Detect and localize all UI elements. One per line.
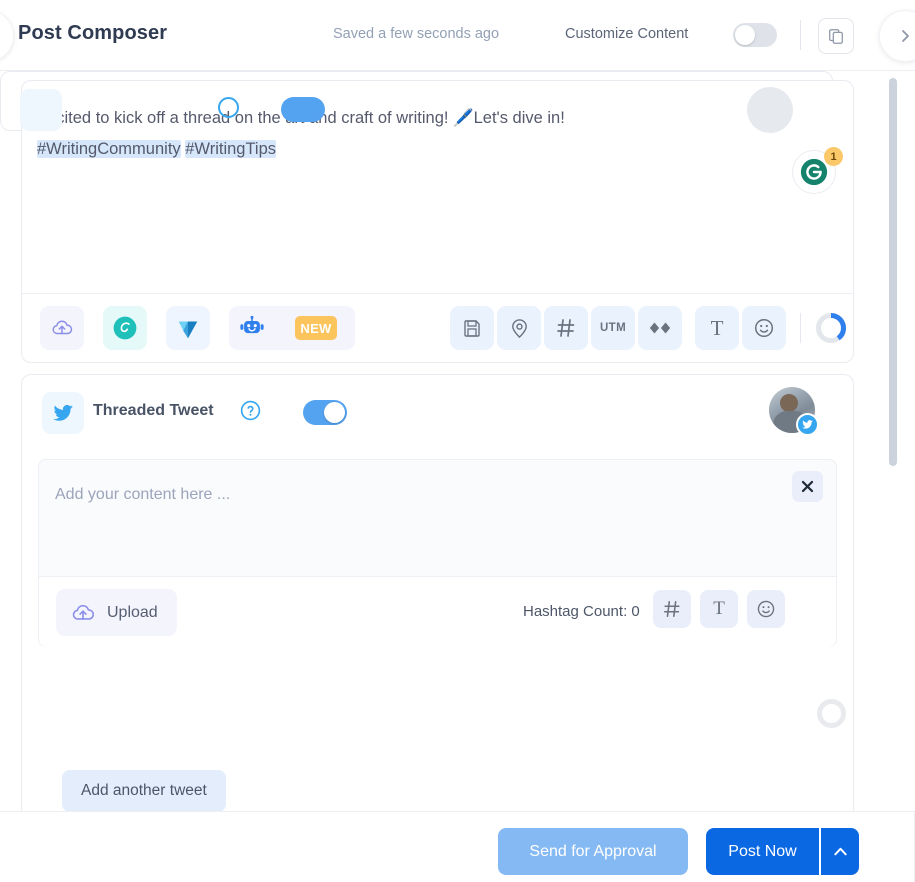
twitter-icon [53,404,73,421]
thread-title: Threaded Tweet [93,402,214,419]
hashtag-icon [663,600,680,618]
hashtag-writingcommunity[interactable]: #WritingCommunity [37,140,181,158]
remove-tweet-button[interactable] [792,471,823,502]
grammarly-alert-badge: 1 [824,147,843,166]
thread-toolbar: Upload Hashtag Count: 0 T [39,576,836,647]
text-format-icon: T [710,315,724,340]
thread-upload-label: Upload [107,603,158,621]
location-button[interactable] [497,306,541,350]
help-circle-icon [240,400,261,421]
link-shortener-button[interactable] [638,306,682,350]
progress-ring-icon [816,313,846,343]
add-another-tweet-button[interactable]: Add another tweet [62,770,226,811]
post-now-button[interactable]: Post Now [706,828,819,875]
ai-assistant-button[interactable]: NEW [229,306,355,350]
hashtag-writingtips[interactable]: #WritingTips [185,140,277,158]
thread-upload-button[interactable]: Upload [56,589,177,636]
emoji-icon [754,318,774,338]
text-format-icon: T [713,598,725,619]
main-composer-card: Excited to kick off a thread on the art … [21,80,854,363]
utm-label: UTM [599,322,627,334]
chevron-up-icon [833,847,847,856]
vista-create-icon [178,321,198,339]
saved-status: Saved a few seconds ago [333,26,500,42]
canva-icon [113,316,137,340]
thread-emoji-button[interactable] [747,590,785,628]
header-divider [800,20,801,50]
duplicate-post-button[interactable] [818,18,854,54]
next-platform-toggle[interactable] [281,97,325,122]
next-platform-icon-box [20,89,62,131]
thread-character-count-ring [817,699,846,728]
post-options-button[interactable] [820,828,859,875]
action-bar: Send for Approval Post Now [0,811,915,882]
ai-new-badge: NEW [295,316,337,340]
emoji-icon [757,600,775,618]
save-draft-button[interactable] [450,306,494,350]
composer-scroll-area: Excited to kick off a thread on the art … [0,71,915,811]
avatar-twitter-badge [796,413,819,436]
threaded-tweet-toggle[interactable] [303,400,347,425]
page-title: Post Composer [18,22,168,44]
thread-help-button[interactable] [240,400,261,421]
toolbar-divider [800,313,801,343]
next-post-button[interactable] [879,10,915,62]
thread-content-box: Add your content here ... Upload Hashtag… [38,459,837,647]
chevron-right-icon [902,30,909,42]
link-shortener-icon [649,322,671,334]
vista-create-button[interactable] [166,306,210,350]
add-another-tweet-label: Add another tweet [81,782,207,799]
text-format-button[interactable]: T [695,306,739,350]
canva-button[interactable] [103,306,147,350]
toggle-knob [324,402,345,423]
twitter-platform-icon-box [42,392,84,434]
twitter-icon [802,420,813,429]
composer-toolbar: NEW UTM T [22,293,853,362]
previous-post-button[interactable] [0,10,14,62]
hashtag-count-label: Hashtag Count: 0 [523,603,640,620]
hashtag-button[interactable] [544,306,588,350]
ai-assistant-icon [240,315,264,334]
scrollbar-thumb[interactable] [889,78,897,466]
utm-button[interactable]: UTM [591,306,635,350]
upload-icon [72,604,95,620]
next-account-avatar[interactable] [747,87,793,133]
emoji-button[interactable] [742,306,786,350]
thread-hashtag-button[interactable] [653,590,691,628]
character-count-ring [809,306,853,350]
send-for-approval-button[interactable]: Send for Approval [498,828,688,875]
close-icon [801,480,814,493]
thread-text-format-button[interactable]: T [700,590,738,628]
app-header: Post Composer Saved a few seconds ago Cu… [0,0,915,71]
toggle-knob [735,25,755,45]
post-composer-app: Post Composer Saved a few seconds ago Cu… [0,0,915,882]
location-pin-icon [511,318,527,338]
customize-content-label: Customize Content [565,26,689,42]
next-help-icon[interactable] [218,97,239,118]
copy-icon [829,29,843,44]
save-icon [464,320,480,337]
account-avatar[interactable] [769,387,821,439]
composer-text-editor[interactable]: Excited to kick off a thread on the art … [37,103,827,165]
customize-content-toggle[interactable] [733,23,777,47]
threaded-tweet-card: Threaded Tweet Add your content here ...… [21,374,854,811]
thread-content-input[interactable]: Add your content here ... [55,486,230,504]
upload-media-button[interactable] [40,306,84,350]
hashtag-icon [557,319,575,337]
upload-icon [52,320,73,335]
